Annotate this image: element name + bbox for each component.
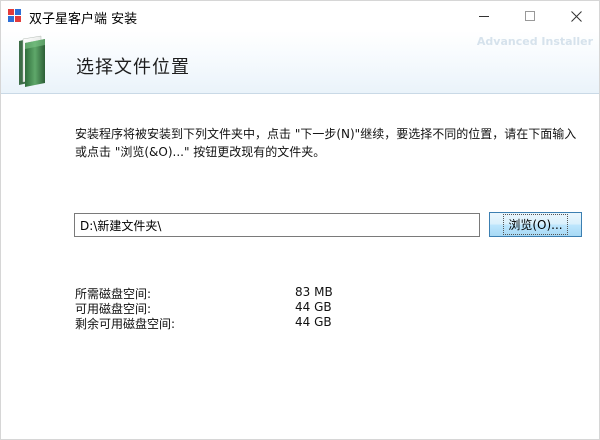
app-icon-square [15, 16, 21, 22]
minimize-icon [479, 15, 489, 17]
remaining-space-label: 剩余可用磁盘空间: [75, 317, 176, 331]
instructions-text: 安装程序将被安装到下列文件夹中，点击 "下一步(N)"继续，要选择不同的位置，请… [75, 127, 577, 159]
required-space-value: 83 MB [295, 285, 333, 299]
available-space-value: 44 GB [295, 300, 332, 314]
app-icon-square [8, 16, 14, 22]
app-icon-square [15, 9, 21, 15]
header-band: 选择文件位置 Advanced Installer [1, 31, 599, 94]
title-bar: 双子星客户端 安装 [1, 1, 599, 31]
minimize-button[interactable] [461, 1, 507, 31]
browse-button[interactable]: 浏览(O)... [489, 212, 582, 237]
maximize-icon [525, 11, 535, 21]
maximize-button[interactable] [507, 1, 553, 31]
brand-watermark: Advanced Installer [476, 35, 593, 48]
window-title: 双子星客户端 安装 [29, 12, 138, 27]
installer-window: 双子星客户端 安装 选择文件位置 Advanced Installer 安装程序… [0, 0, 600, 440]
install-path-input[interactable] [74, 213, 480, 237]
app-icon-square [8, 9, 14, 15]
folder-icon [19, 35, 45, 87]
browse-button-label: 浏览(O)... [503, 214, 568, 235]
close-button[interactable] [553, 1, 599, 31]
close-icon [570, 10, 582, 22]
app-icon [8, 9, 22, 23]
page-title: 选择文件位置 [76, 57, 190, 78]
remaining-space-value: 44 GB [295, 315, 332, 329]
